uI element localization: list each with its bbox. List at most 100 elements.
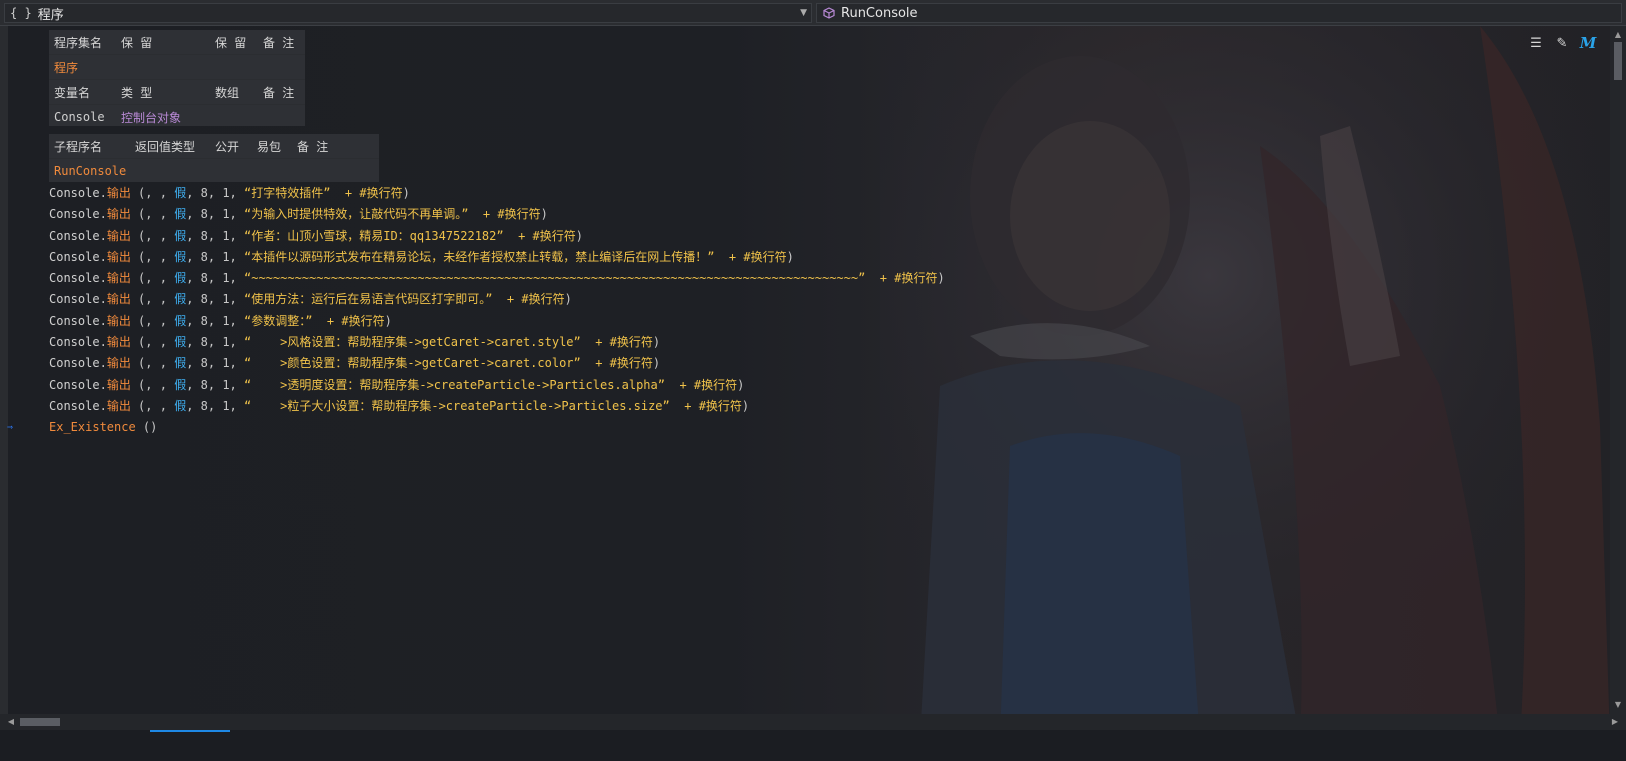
method-name: 输出 (106, 249, 131, 264)
code-line[interactable]: Console.输出 (, , 假, 8, 1, “作者：山顶小雪球，精易ID：… (49, 226, 945, 247)
code-line[interactable]: Console.输出 (, , 假, 8, 1, “ >透明度设置：帮助程序集-… (49, 375, 945, 396)
method-name: 输出 (106, 377, 131, 392)
args-prefix: (, , (130, 398, 175, 413)
string-literal: “为输入时提供特效，让敲代码不再单调。” (244, 207, 469, 222)
code-line[interactable]: Console.输出 (, , 假, 8, 1, “参数调整：” + #换行符) (49, 311, 945, 332)
args-prefix: (, , (130, 207, 175, 222)
newline-constant: #换行符 (743, 249, 787, 264)
edit-check-icon[interactable]: ✎ (1552, 33, 1572, 53)
plus-operator: + (326, 313, 335, 328)
object-name: Console (49, 377, 100, 392)
newline-constant: #换行符 (609, 335, 653, 350)
subroutine-selector[interactable]: RunConsole (816, 3, 1622, 23)
bool-keyword: 假 (174, 228, 187, 243)
header-reserved-1: 保 留 (121, 35, 153, 50)
method-name: 输出 (106, 398, 131, 413)
code-line[interactable]: Console.输出 (, , 假, 8, 1, “为输入时提供特效，让敲代码不… (49, 204, 945, 225)
plus-operator: + (684, 398, 692, 413)
variable-row[interactable]: Console 控制台对象 (49, 105, 305, 129)
args-prefix: (, , (130, 313, 175, 328)
m-logo-icon[interactable]: M (1578, 33, 1598, 53)
header-easy-pack: 易包 (257, 139, 282, 154)
bool-keyword: 假 (174, 356, 187, 371)
header-type: 类 型 (121, 85, 153, 100)
method-name: 输出 (106, 228, 131, 243)
scroll-left-icon[interactable]: ◀ (4, 714, 18, 730)
code-line[interactable]: Console.输出 (, , 假, 8, 1, “ >风格设置：帮助程序集->… (49, 332, 945, 353)
assembly-row[interactable]: 程序 (49, 55, 305, 79)
args-numbers: , 8, 1, (186, 228, 244, 243)
cube-icon (823, 7, 835, 19)
variable-type[interactable]: 控制台对象 (121, 109, 181, 126)
background-illustration (880, 26, 1610, 740)
current-line-marker-icon: ⇒ (7, 422, 14, 433)
subroutine-selector-value: RunConsole (841, 5, 918, 21)
bool-keyword: 假 (174, 249, 187, 264)
code-line[interactable]: Console.输出 (, , 假, 8, 1, “~~~~~~~~~~~~~~… (49, 268, 945, 289)
args-numbers: , 8, 1, (186, 335, 244, 350)
assembly-name[interactable]: 程序 (54, 59, 78, 76)
newline-constant: #换行符 (521, 292, 565, 307)
args-prefix: (, , (130, 271, 175, 286)
object-name: Console (49, 271, 100, 286)
header-array: 数组 (215, 85, 240, 100)
code-line[interactable]: Console.输出 (, , 假, 8, 1, “ >颜色设置：帮助程序集->… (49, 353, 945, 374)
args-numbers: , 8, 1, (186, 398, 244, 413)
header-subroutine-name: 子程序名 (54, 139, 103, 154)
chevron-down-icon[interactable]: ▼ (800, 8, 807, 18)
string-literal: “作者：山顶小雪球，精易ID：qq1347522182” (244, 228, 504, 243)
close-paren: ) (937, 271, 945, 286)
close-paren: ) (786, 249, 794, 264)
active-indicator (150, 730, 230, 732)
string-literal: “打字特效插件” (244, 186, 331, 200)
call-args: () (135, 420, 158, 435)
horizontal-scroll-thumb[interactable] (20, 718, 60, 726)
subroutine-row[interactable]: RunConsole (49, 159, 379, 183)
bool-keyword: 假 (174, 335, 187, 350)
variable-name[interactable]: Console (54, 110, 105, 124)
bool-keyword: 假 (174, 313, 187, 328)
format-icon[interactable]: ☰ (1526, 33, 1546, 53)
plus-operator: + (518, 228, 526, 243)
plus-operator: + (344, 186, 353, 200)
string-literal: “本插件以源码形式发布在精易论坛，未经作者授权禁止转载，禁止编译后在网上传播！” (244, 249, 715, 264)
newline-constant: #换行符 (693, 377, 738, 392)
bool-keyword: 假 (174, 292, 187, 307)
method-name: 输出 (106, 271, 131, 286)
close-paren: ) (402, 186, 410, 200)
code-line[interactable]: Console.输出 (, , 假, 8, 1, “打字特效插件” + #换行符… (49, 183, 945, 204)
scroll-down-icon[interactable]: ▼ (1610, 698, 1626, 712)
object-name: Console (49, 292, 100, 307)
header-public: 公开 (215, 139, 240, 154)
header-remark: 备 注 (263, 85, 295, 100)
code-body[interactable]: Console.输出 (, , 假, 8, 1, “打字特效插件” + #换行符… (49, 183, 945, 439)
args-prefix: (, , (130, 377, 175, 392)
vertical-scroll-thumb[interactable] (1614, 42, 1622, 80)
string-literal: “ >透明度设置：帮助程序集->createParticle->Particle… (244, 377, 665, 392)
method-name: 输出 (106, 356, 131, 371)
code-line[interactable]: Ex_Existence () (49, 417, 945, 438)
newline-constant: #换行符 (894, 271, 938, 286)
scroll-up-icon[interactable]: ▲ (1610, 28, 1626, 42)
vertical-scrollbar[interactable]: ▲ ▼ (1610, 26, 1626, 714)
assembly-selector[interactable]: { } 程序 ▼ (4, 3, 812, 23)
close-paren: ) (540, 207, 548, 222)
object-name: Console (49, 356, 100, 371)
code-editor[interactable]: ☰ ✎ M 程序集名 保 留 保 留 备 注 程序 变量名 类 型 数组 备 注… (0, 26, 1610, 740)
object-name: Console (49, 335, 100, 350)
args-numbers: , 8, 1, (186, 377, 244, 392)
horizontal-scrollbar[interactable]: ◀ ▶ (0, 714, 1626, 730)
scroll-right-icon[interactable]: ▶ (1608, 714, 1622, 730)
plus-operator: + (482, 207, 491, 222)
code-line[interactable]: Console.输出 (, , 假, 8, 1, “本插件以源码形式发布在精易论… (49, 247, 945, 268)
code-line[interactable]: Console.输出 (, , 假, 8, 1, “ >粒子大小设置：帮助程序集… (49, 396, 945, 417)
code-line[interactable]: Console.输出 (, , 假, 8, 1, “使用方法：运行后在易语言代码… (49, 289, 945, 310)
header-remark: 备 注 (263, 35, 295, 50)
bool-keyword: 假 (174, 186, 187, 200)
newline-constant: #换行符 (497, 207, 541, 222)
subroutine-header-row: 子程序名 返回值类型 公开 易包 备 注 (49, 134, 379, 158)
args-prefix: (, , (130, 249, 175, 264)
args-numbers: , 8, 1, (186, 186, 244, 200)
braces-icon: { } (10, 6, 32, 20)
subroutine-name[interactable]: RunConsole (54, 164, 126, 178)
